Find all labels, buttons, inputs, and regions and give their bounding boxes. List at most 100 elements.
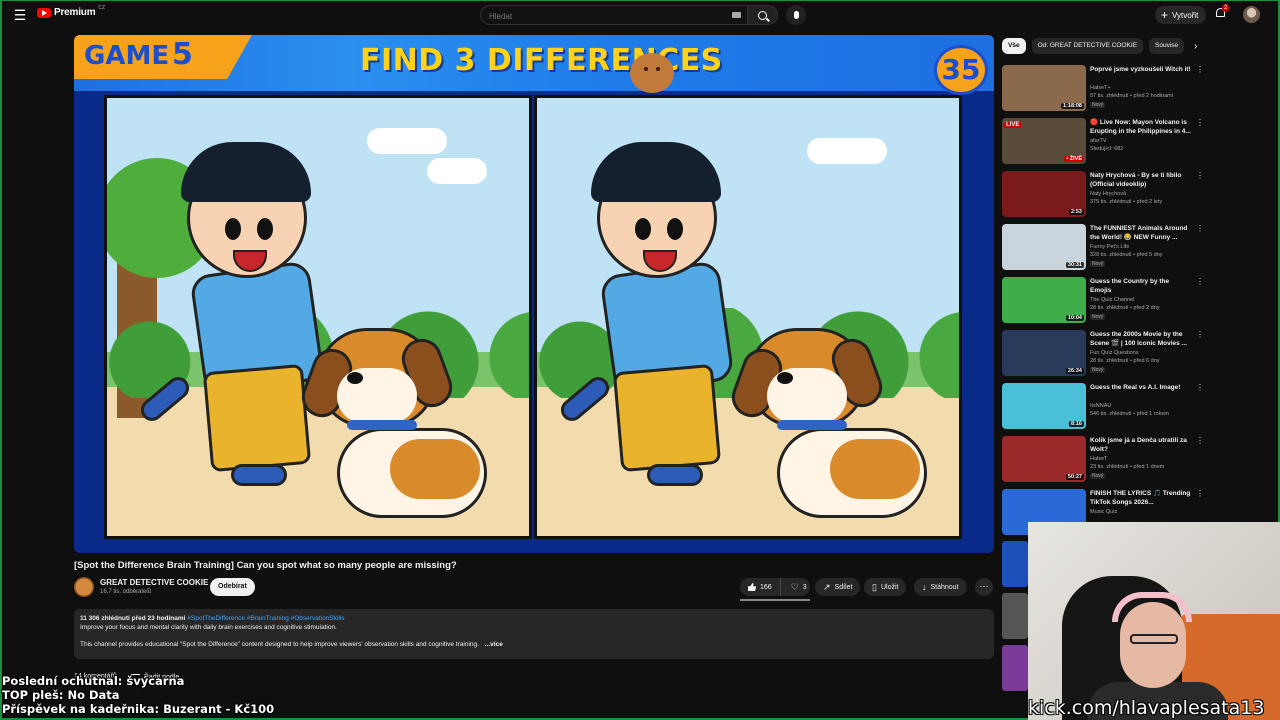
search-input[interactable] bbox=[481, 7, 721, 26]
create-button[interactable]: + Vytvořit bbox=[1155, 6, 1207, 24]
app-window: ☰ Premium CZ + Vytvořit 2 GAME bbox=[0, 0, 1280, 720]
boy-pants-shape bbox=[202, 363, 312, 473]
recommended-video[interactable]: 1:18:08 Poprvé jsme vyzkoušeli Witch it!… bbox=[1002, 63, 1208, 116]
dog-body-shape bbox=[777, 428, 927, 518]
video-channel[interactable]: ItsNNAU bbox=[1090, 403, 1111, 409]
like-ratio-bar bbox=[740, 599, 810, 601]
video-title[interactable]: Guess the Real vs A.I. Image! bbox=[1090, 383, 1192, 392]
chevron-right-icon[interactable]: › bbox=[1194, 41, 1197, 52]
dog-nose-shape bbox=[777, 372, 793, 384]
microphone-icon bbox=[793, 11, 799, 19]
notifications-button[interactable]: 2 bbox=[1216, 4, 1230, 20]
view-count-and-date: 11 306 zhlédnutí před 23 hodinami bbox=[80, 615, 186, 622]
video-thumbnail[interactable]: 50:27 bbox=[1002, 436, 1086, 482]
video-thumbnail[interactable] bbox=[1002, 593, 1028, 639]
search-button[interactable] bbox=[748, 5, 778, 25]
subscribe-button[interactable]: Odebírat bbox=[210, 578, 255, 596]
recommended-video[interactable]: 26:34 Guess the 2000s Movie by the Scene… bbox=[1002, 328, 1208, 381]
video-channel[interactable]: Fun Quiz Questions bbox=[1090, 350, 1139, 356]
video-title[interactable]: FINISH THE LYRICS 🎵 Trending TikTok Song… bbox=[1090, 489, 1192, 507]
download-icon: ↓ bbox=[922, 581, 927, 592]
video-thumbnail[interactable] bbox=[1002, 541, 1028, 587]
keyboard-icon[interactable] bbox=[732, 12, 741, 18]
video-thumbnail[interactable] bbox=[1002, 645, 1028, 691]
video-title[interactable]: Kolik jsme já a Denča utratili za Wolt? bbox=[1090, 436, 1192, 454]
more-vertical-icon[interactable]: ⋮ bbox=[1196, 171, 1204, 180]
new-badge: Nový bbox=[1090, 367, 1106, 373]
video-title[interactable]: Naty Hrychová - By se ti líbilo (Officia… bbox=[1090, 171, 1192, 189]
video-channel[interactable]: Funny Pet's Life bbox=[1090, 244, 1129, 250]
chip-all[interactable]: Vše bbox=[1002, 38, 1026, 54]
video-title[interactable]: Guess the 2000s Movie by the Scene 🎬 | 1… bbox=[1090, 330, 1192, 348]
channel-avatar[interactable] bbox=[74, 577, 94, 597]
hamburger-menu-icon[interactable]: ☰ bbox=[12, 7, 28, 23]
voice-search-button[interactable] bbox=[786, 5, 806, 25]
recommended-video[interactable]: LIVE • ŽIVĚ 🔴 Live Now: Mayon Volcano is … bbox=[1002, 116, 1208, 169]
new-badge: Nový bbox=[1090, 261, 1106, 267]
webcam-overlay bbox=[1028, 522, 1280, 720]
more-vertical-icon[interactable]: ⋮ bbox=[1196, 383, 1204, 392]
video-meta: 57 tis. zhlédnutí • před 2 hodinami bbox=[1090, 93, 1173, 99]
video-thumbnail[interactable]: 1:18:08 bbox=[1002, 65, 1086, 111]
chip-related[interactable]: Souvise bbox=[1149, 38, 1185, 54]
video-channel[interactable]: Naty Hrychová bbox=[1090, 191, 1126, 197]
video-title[interactable]: Poprvé jsme vyzkoušeli Witch it! bbox=[1090, 65, 1192, 74]
notifications-badge: 2 bbox=[1222, 4, 1230, 12]
show-more-link[interactable]: ...více bbox=[485, 641, 503, 648]
create-label: Vytvořit bbox=[1172, 10, 1199, 20]
video-duration: 1:18:08 bbox=[1061, 103, 1084, 109]
game-number: 5 bbox=[172, 37, 193, 72]
channel-name[interactable]: GREAT DETECTIVE COOKIE bbox=[100, 578, 208, 587]
youtube-premium-logo[interactable]: Premium CZ bbox=[37, 5, 105, 18]
more-actions-icon[interactable]: ⋯ bbox=[975, 578, 993, 596]
video-title[interactable]: Guess the Country by the Emojis bbox=[1090, 277, 1192, 295]
video-duration: 2:53 bbox=[1068, 209, 1084, 215]
more-vertical-icon[interactable]: ⋮ bbox=[1196, 277, 1204, 286]
more-vertical-icon[interactable]: ⋮ bbox=[1196, 224, 1204, 233]
recommended-video[interactable]: 50:27 Kolik jsme já a Denča utratili za … bbox=[1002, 434, 1208, 487]
video-channel[interactable]: HalseT+ bbox=[1090, 85, 1111, 91]
dislike-button[interactable]: ♡ 3 bbox=[785, 578, 813, 596]
save-button[interactable]: ▯ Uložit bbox=[864, 578, 907, 596]
video-title[interactable]: 🔴 Live Now: Mayon Volcano is Erupting in… bbox=[1090, 118, 1192, 136]
hashtags[interactable]: #SpotTheDifference #BrainTraining #Obser… bbox=[187, 615, 344, 622]
more-vertical-icon[interactable]: ⋮ bbox=[1196, 489, 1204, 498]
video-meta: Sledující: 682 bbox=[1090, 146, 1124, 152]
video-thumbnail[interactable]: LIVE • ŽIVĚ bbox=[1002, 118, 1086, 164]
like-button[interactable]: 166 bbox=[740, 578, 781, 596]
description-line: Improve your focus and mental clarity wi… bbox=[80, 624, 337, 631]
new-badge: Nový bbox=[1090, 473, 1106, 479]
account-avatar[interactable] bbox=[1243, 6, 1260, 23]
video-thumbnail[interactable]: 26:34 bbox=[1002, 330, 1086, 376]
video-player[interactable]: GAME 5 FIND 3 DIFFERENCES 35 bbox=[74, 35, 994, 553]
more-vertical-icon[interactable]: ⋮ bbox=[1196, 65, 1204, 74]
video-channel[interactable]: Music Quiz bbox=[1090, 509, 1117, 515]
video-channel[interactable]: The Quiz Channel bbox=[1090, 297, 1134, 303]
recommended-video[interactable]: 2:53 Naty Hrychová - By se ti líbilo (Of… bbox=[1002, 169, 1208, 222]
video-title[interactable]: The FUNNIEST Animals Around the World! 😂… bbox=[1090, 224, 1192, 242]
top-bar: ☰ Premium CZ + Vytvořit 2 bbox=[2, 1, 1278, 29]
download-button[interactable]: ↓ Stáhnout bbox=[914, 578, 967, 596]
video-thumbnail[interactable]: 30:31 bbox=[1002, 224, 1086, 270]
thumbs-up-icon bbox=[748, 583, 756, 591]
recommended-video[interactable]: 10:04 Guess the Country by the Emojis Th… bbox=[1002, 275, 1208, 328]
more-vertical-icon[interactable]: ⋮ bbox=[1196, 118, 1204, 127]
channel-subscribers: 16,7 tis. odběratelů bbox=[100, 589, 152, 595]
dislike-count: 3 bbox=[802, 583, 807, 591]
recommended-video[interactable]: 30:31 The FUNNIEST Animals Around the Wo… bbox=[1002, 222, 1208, 275]
more-vertical-icon[interactable]: ⋮ bbox=[1196, 330, 1204, 339]
video-channel[interactable]: HalseT bbox=[1090, 456, 1107, 462]
video-thumbnail[interactable]: 10:04 bbox=[1002, 277, 1086, 323]
video-thumbnail[interactable]: 8:16 bbox=[1002, 383, 1086, 429]
video-thumbnail[interactable]: 2:53 bbox=[1002, 171, 1086, 217]
chip-from-channel[interactable]: Od: GREAT DETECTIVE COOKIE bbox=[1031, 38, 1144, 54]
video-channel[interactable]: afarTV bbox=[1090, 138, 1107, 144]
video-duration: 8:16 bbox=[1068, 421, 1084, 427]
puzzle-panel-left bbox=[104, 95, 532, 539]
thumbs-down-icon: ♡ bbox=[790, 581, 799, 592]
stream-info-overlay: Poslední ochutnal: švýcarna TOP pleš: No… bbox=[2, 674, 274, 716]
more-vertical-icon[interactable]: ⋮ bbox=[1196, 436, 1204, 445]
recommended-video[interactable]: 8:16 Guess the Real vs A.I. Image! ItsNN… bbox=[1002, 381, 1208, 434]
description-box[interactable]: 11 306 zhlédnutí před 23 hodinami #SpotT… bbox=[74, 609, 994, 659]
share-button[interactable]: ↗ Sdílet bbox=[815, 578, 861, 596]
